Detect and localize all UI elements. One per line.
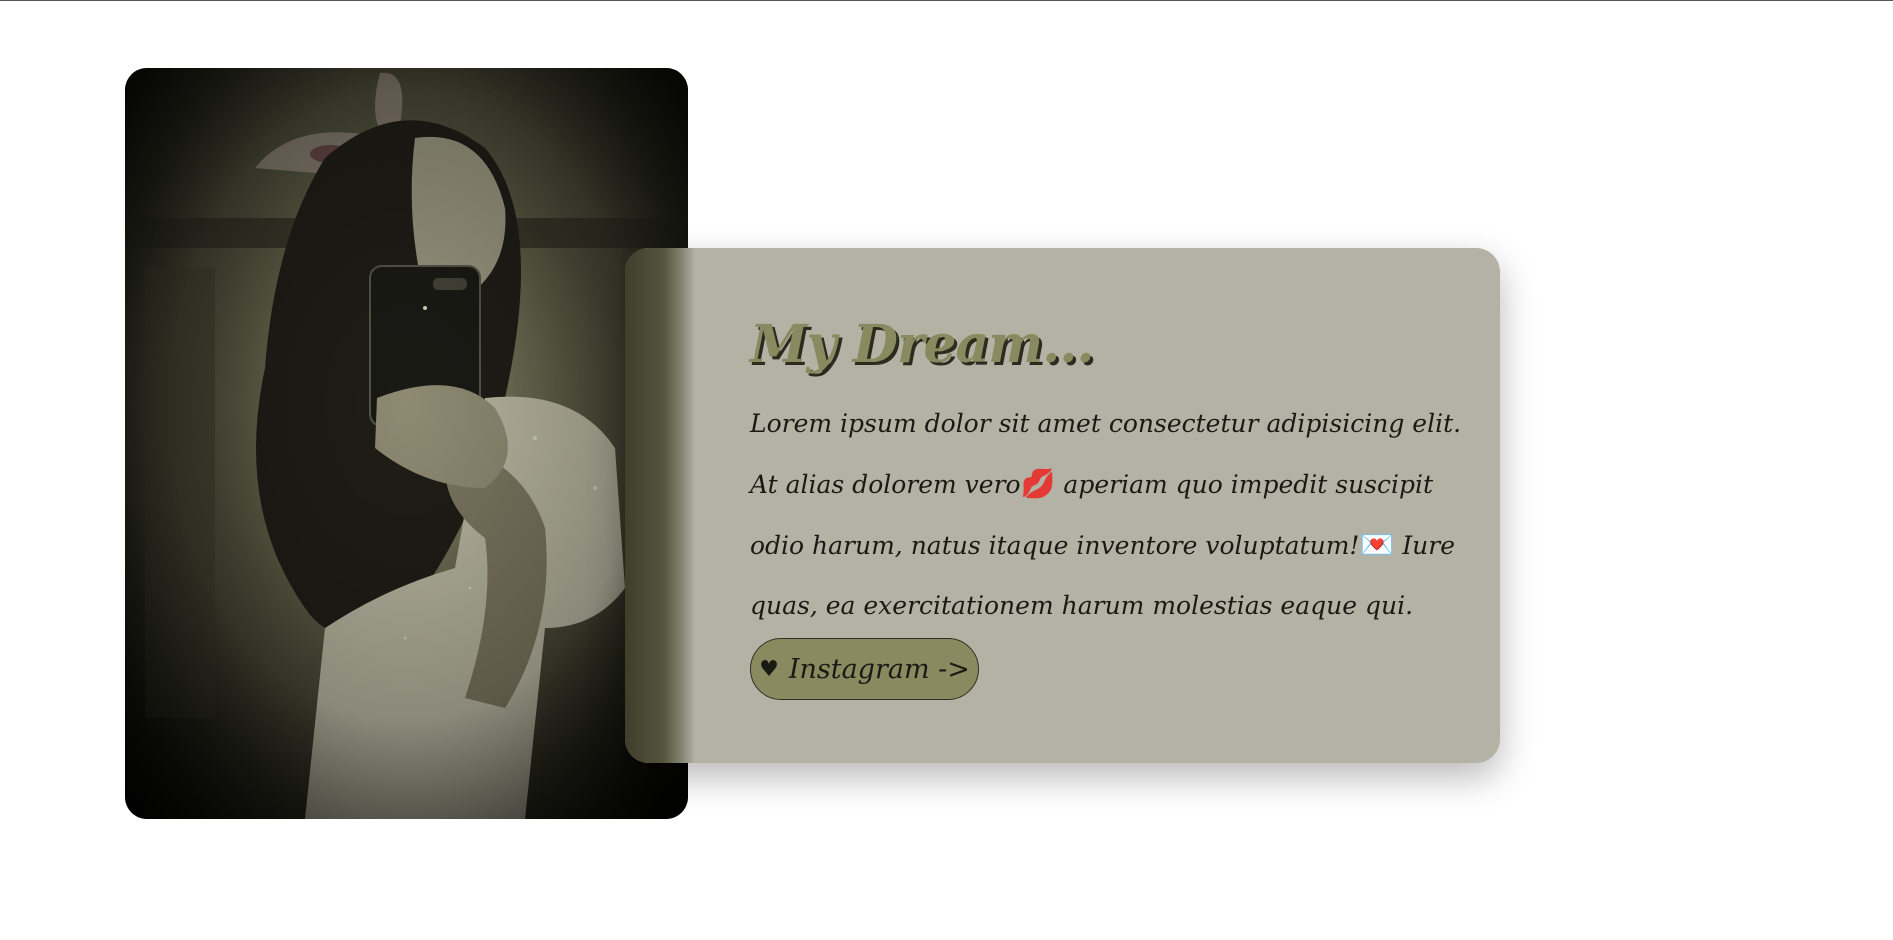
instagram-button-label: Instagram -> bbox=[788, 653, 970, 685]
card-body: Lorem ipsum dolor sit amet consectetur a… bbox=[750, 394, 1470, 636]
top-divider bbox=[0, 0, 1893, 1]
dream-card: My Dream... Lorem ipsum dolor sit amet c… bbox=[625, 248, 1500, 763]
instagram-button[interactable]: ♥ Instagram -> bbox=[750, 638, 979, 700]
love-letter-emoji: 💌 bbox=[1359, 528, 1395, 561]
lips-emoji: 💋 bbox=[1020, 467, 1056, 500]
card-title: My Dream... bbox=[750, 314, 1094, 375]
portrait-photo bbox=[125, 68, 688, 819]
portrait-photo-illustration bbox=[125, 68, 688, 819]
card-edge-shadow bbox=[625, 248, 695, 763]
heart-icon: ♥ bbox=[759, 656, 779, 682]
